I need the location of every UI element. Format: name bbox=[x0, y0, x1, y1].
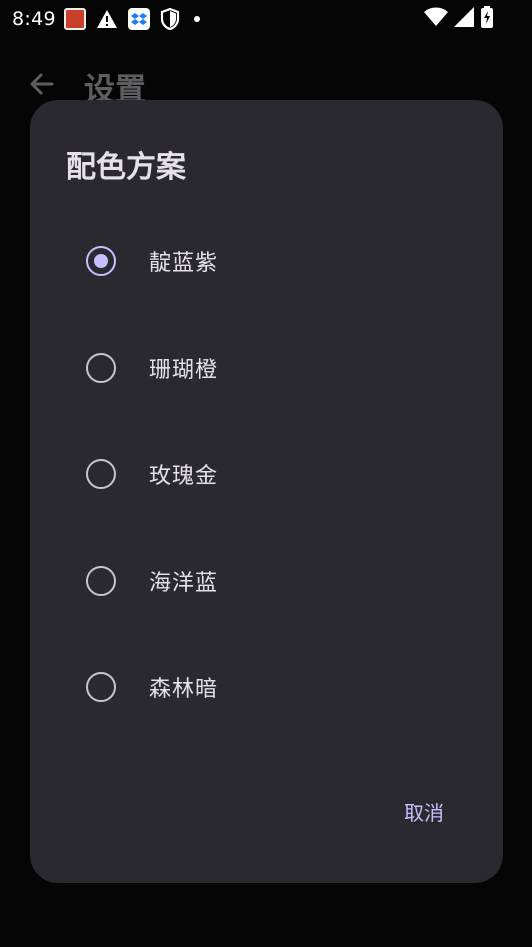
radio-button[interactable] bbox=[86, 672, 116, 702]
option-rose-gold[interactable]: 玫瑰金 bbox=[30, 434, 503, 514]
radio-button[interactable] bbox=[86, 566, 116, 596]
screen: 8:49 设置 配色方案 靛蓝紫 珊瑚橙 玫瑰金 海洋蓝 森林暗 取消 bbox=[0, 0, 532, 947]
warning-icon bbox=[96, 9, 118, 29]
option-label: 玫瑰金 bbox=[149, 464, 219, 489]
signal-icon bbox=[454, 7, 474, 32]
option-coral-orange[interactable]: 珊瑚橙 bbox=[30, 328, 503, 408]
option-label: 珊瑚橙 bbox=[149, 358, 219, 383]
dot-icon bbox=[190, 16, 200, 22]
color-scheme-dialog: 配色方案 靛蓝紫 珊瑚橙 玫瑰金 海洋蓝 森林暗 取消 bbox=[30, 100, 503, 883]
battery-charging-icon bbox=[480, 6, 494, 33]
option-label: 靛蓝紫 bbox=[149, 251, 219, 276]
status-time: 8:49 bbox=[12, 8, 56, 30]
shield-icon bbox=[160, 8, 180, 30]
dropbox-icon bbox=[127, 8, 150, 30]
option-forest-dark[interactable]: 森林暗 bbox=[30, 647, 503, 727]
option-label: 海洋蓝 bbox=[149, 571, 219, 596]
status-right-icons bbox=[424, 6, 494, 33]
option-ocean-blue[interactable]: 海洋蓝 bbox=[30, 541, 503, 621]
dialog-title: 配色方案 bbox=[66, 150, 186, 185]
option-label: 森林暗 bbox=[149, 677, 219, 702]
cancel-button[interactable]: 取消 bbox=[394, 790, 454, 832]
app-notification-icon bbox=[63, 8, 86, 30]
back-arrow-icon[interactable] bbox=[28, 70, 56, 98]
status-bar: 8:49 bbox=[0, 0, 532, 38]
wifi-icon bbox=[424, 7, 448, 32]
radio-button[interactable] bbox=[86, 353, 116, 383]
option-indigo-purple[interactable]: 靛蓝紫 bbox=[30, 221, 503, 301]
radio-button-selected[interactable] bbox=[86, 246, 116, 276]
radio-button[interactable] bbox=[86, 459, 116, 489]
